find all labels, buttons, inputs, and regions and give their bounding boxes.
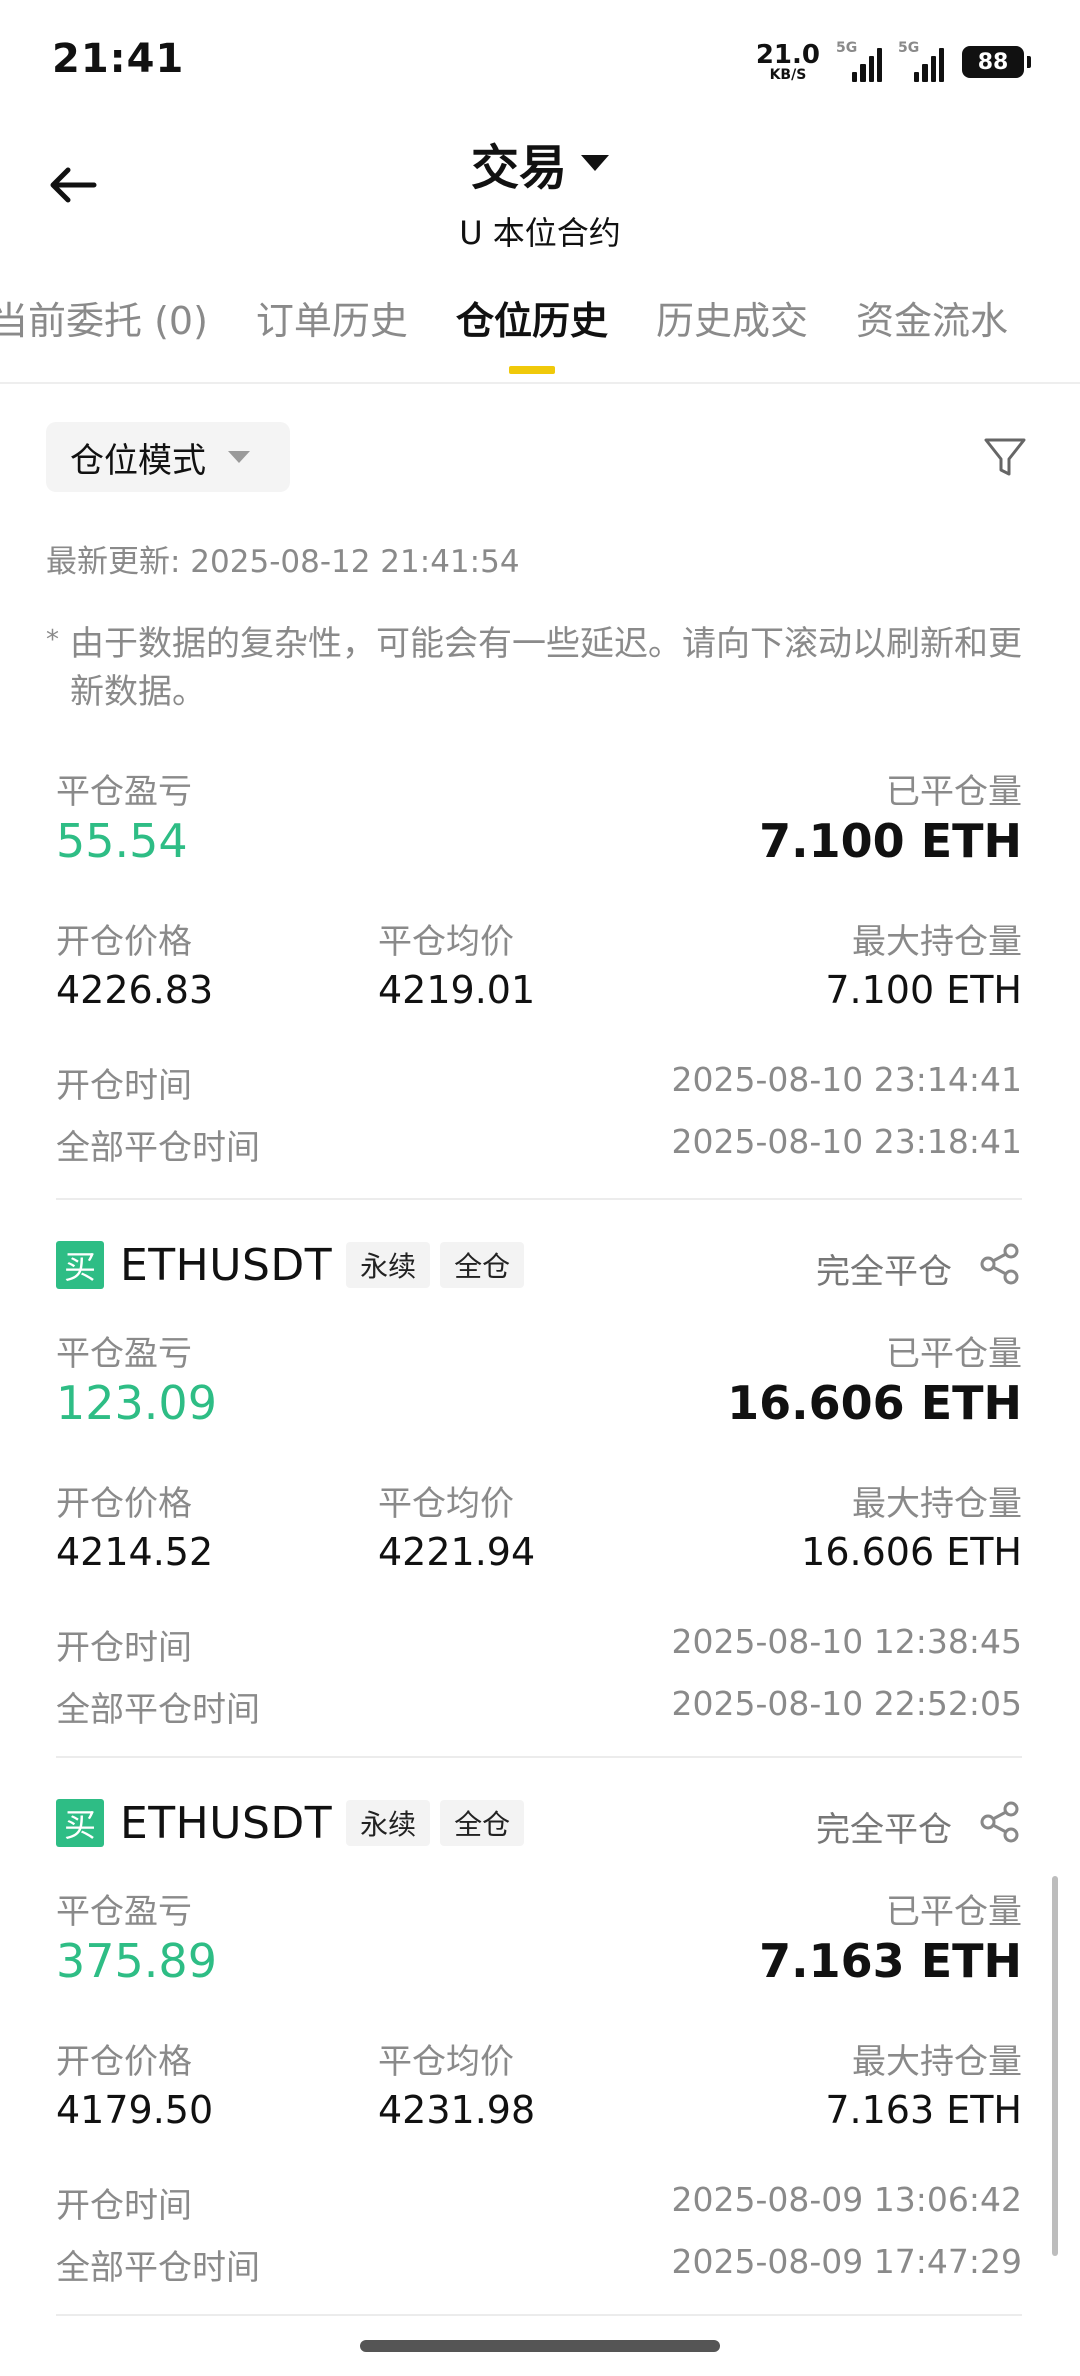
position-card[interactable]: 买 ETHUSDT 永续 全仓 完全平仓 平仓盈亏 已平仓量 375.89 7.…	[56, 1797, 1022, 2288]
open-price-label: 开仓价格	[56, 922, 192, 962]
network-speed-unit: KB/S	[769, 67, 807, 83]
close-avg-label: 平仓均价	[378, 922, 514, 962]
notice-asterisk: *	[46, 625, 59, 655]
status-icons: 21.0 KB/S 5G 5G 88	[756, 38, 1031, 86]
card-header: 买 ETHUSDT 永续 全仓 完全平仓	[56, 1239, 1022, 1292]
status-bar: 21:41 21.0 KB/S 5G 5G 88	[0, 0, 1080, 120]
share-icon[interactable]	[978, 1242, 1022, 1286]
position-card[interactable]: 买 ETHUSDT 永续 全仓 完全平仓 平仓盈亏 已平仓量 123.09 16…	[56, 1239, 1022, 1730]
close-avg-value: 4219.01	[378, 968, 536, 1012]
max-pos-value: 7.100 ETH	[825, 968, 1022, 1012]
buy-side-badge: 买	[56, 1799, 104, 1847]
caret-down-icon	[581, 155, 609, 171]
max-pos-label: 最大持仓量	[852, 1484, 1022, 1524]
network-speed: 21.0 KB/S	[756, 42, 820, 82]
filter-icon[interactable]	[980, 432, 1030, 482]
close-time-label: 全部平仓时间	[56, 1128, 260, 1168]
signal-label: 5G	[898, 40, 920, 56]
card-divider	[56, 1756, 1022, 1758]
close-time-label: 全部平仓时间	[56, 2248, 260, 2288]
position-status: 完全平仓	[816, 1810, 952, 1850]
close-avg-label: 平仓均价	[378, 1484, 514, 1524]
last-update-time: 最新更新: 2025-08-12 21:41:54	[46, 544, 520, 580]
signal-label: 5G	[836, 40, 858, 56]
max-pos-label: 最大持仓量	[852, 922, 1022, 962]
pnl-value: 55.54	[56, 814, 188, 868]
max-pos-value: 7.163 ETH	[825, 2088, 1022, 2132]
buy-side-badge: 买	[56, 1241, 104, 1289]
delay-notice: * 由于数据的复杂性，可能会有一些延迟。请向下滚动以刷新和更新数据。	[46, 620, 1026, 716]
tab-position-history[interactable]: 仓位历史	[456, 290, 608, 382]
position-status: 完全平仓	[816, 1252, 952, 1292]
margin-mode-tag: 全仓	[440, 1800, 525, 1846]
open-price-value: 4214.52	[56, 1530, 214, 1574]
share-icon[interactable]	[978, 1800, 1022, 1844]
position-mode-label: 仓位模式	[70, 440, 206, 481]
page-subtitle: U 本位合约	[459, 214, 621, 252]
closed-qty-label: 已平仓量	[886, 772, 1022, 812]
network-speed-value: 21.0	[755, 40, 820, 70]
closed-qty-value: 7.100 ETH	[759, 814, 1022, 868]
app-header: 交易 U 本位合约	[0, 120, 1080, 260]
open-time-label: 开仓时间	[56, 1628, 192, 1668]
position-mode-dropdown[interactable]: 仓位模式	[46, 422, 290, 492]
notice-text: 由于数据的复杂性，可能会有一些延迟。请向下滚动以刷新和更新数据。	[70, 624, 1022, 712]
symbol-name: ETHUSDT	[120, 1239, 333, 1291]
tab-funding-flow[interactable]: 资金流水	[856, 290, 1008, 382]
closed-qty-value: 7.163 ETH	[759, 1934, 1022, 1988]
closed-qty-label: 已平仓量	[886, 1892, 1022, 1932]
tabs-divider	[0, 382, 1080, 384]
page-title: 交易	[470, 140, 567, 196]
position-card[interactable]: 平仓盈亏 已平仓量 55.54 7.100 ETH 开仓价格 平仓均价 最大持仓…	[56, 764, 1022, 1168]
close-time-label: 全部平仓时间	[56, 1690, 260, 1730]
home-indicator[interactable]	[360, 2340, 720, 2352]
close-avg-label: 平仓均价	[378, 2042, 514, 2082]
card-divider	[56, 2314, 1022, 2316]
pnl-value: 123.09	[56, 1376, 217, 1430]
tab-trade-history[interactable]: 历史成交	[656, 290, 808, 382]
tab-order-history[interactable]: 订单历史	[256, 290, 408, 382]
max-pos-value: 16.606 ETH	[801, 1530, 1022, 1574]
pnl-label: 平仓盈亏	[56, 1892, 192, 1932]
caret-down-icon	[228, 451, 250, 463]
title-area: 交易 U 本位合约	[0, 128, 1080, 254]
close-time-value: 2025-08-10 23:18:41	[671, 1122, 1022, 1161]
card-header: 买 ETHUSDT 永续 全仓 完全平仓	[56, 1797, 1022, 1850]
open-price-value: 4179.50	[56, 2088, 214, 2132]
closed-qty-label: 已平仓量	[886, 1334, 1022, 1374]
page-title-dropdown[interactable]: 交易	[471, 128, 609, 198]
signal-5g-icon: 5G	[836, 40, 882, 82]
contract-type-tag: 永续	[346, 1800, 431, 1846]
pnl-value: 375.89	[56, 1934, 217, 1988]
contract-type-tag: 永续	[346, 1242, 431, 1288]
tab-bar: 当前委托 (0) 订单历史 仓位历史 历史成交 资金流水	[0, 290, 1080, 382]
close-time-value: 2025-08-09 17:47:29	[671, 2242, 1022, 2281]
close-time-value: 2025-08-10 22:52:05	[671, 1684, 1022, 1723]
status-time: 21:41	[52, 36, 185, 82]
open-price-label: 开仓价格	[56, 1484, 192, 1524]
scrollbar[interactable]	[1052, 1876, 1058, 2256]
open-time-value: 2025-08-10 12:38:45	[671, 1622, 1022, 1661]
open-time-value: 2025-08-10 23:14:41	[671, 1060, 1022, 1099]
margin-mode-tag: 全仓	[440, 1242, 525, 1288]
open-time-value: 2025-08-09 13:06:42	[671, 2180, 1022, 2219]
pnl-label: 平仓盈亏	[56, 772, 192, 812]
open-time-label: 开仓时间	[56, 2186, 192, 2226]
close-avg-value: 4231.98	[378, 2088, 536, 2132]
open-time-label: 开仓时间	[56, 1066, 192, 1106]
battery-icon: 88	[962, 46, 1031, 78]
pnl-label: 平仓盈亏	[56, 1334, 192, 1374]
open-price-value: 4226.83	[56, 968, 214, 1012]
closed-qty-value: 16.606 ETH	[727, 1376, 1022, 1430]
close-avg-value: 4221.94	[378, 1530, 536, 1574]
signal-5g-icon: 5G	[898, 40, 944, 82]
max-pos-label: 最大持仓量	[852, 2042, 1022, 2082]
card-divider	[56, 1198, 1022, 1200]
open-price-label: 开仓价格	[56, 2042, 192, 2082]
symbol-name: ETHUSDT	[120, 1797, 333, 1849]
tab-open-orders[interactable]: 当前委托 (0)	[0, 290, 208, 382]
